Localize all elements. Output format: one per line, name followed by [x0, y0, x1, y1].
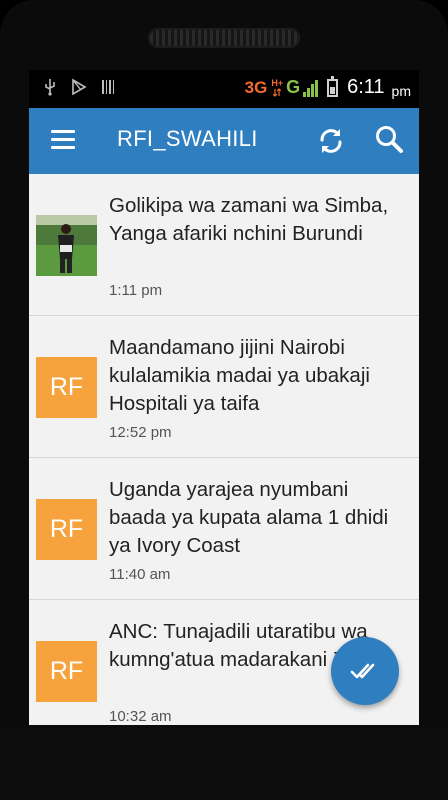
- article-title: Maandamano jijini Nairobi kulalamikia ma…: [109, 336, 370, 415]
- app-title: RFI_SWAHILI: [117, 126, 258, 151]
- status-bar: 3G H+ G 6:11 pm: [29, 70, 419, 108]
- article-time: 11:40 am: [109, 566, 171, 583]
- clock-ampm: pm: [391, 82, 411, 99]
- refresh-icon[interactable]: [315, 125, 347, 157]
- battery-icon: [327, 75, 339, 97]
- usb-icon: [43, 78, 57, 100]
- article-thumbnail: [36, 215, 97, 276]
- menu-icon[interactable]: [51, 130, 75, 152]
- mark-all-read-button[interactable]: [331, 637, 399, 705]
- barcode-icon: [101, 79, 115, 99]
- article-item[interactable]: RF Maandamano jijini Nairobi kulalamikia…: [29, 316, 419, 458]
- article-thumbnail: RF: [36, 641, 97, 702]
- search-icon[interactable]: [373, 124, 405, 156]
- network-g-label: G: [286, 77, 301, 97]
- play-store-icon: [71, 78, 87, 100]
- bottom-bezel: [0, 725, 448, 800]
- speaker-grille: [148, 28, 300, 48]
- article-thumbnail: RF: [36, 499, 97, 560]
- data-activity-icon: [273, 87, 282, 97]
- article-title: Uganda yarajea nyumbani baada ya kupata …: [109, 478, 389, 557]
- article-time: 10:32 am: [109, 708, 172, 725]
- network-3g-label: 3G: [244, 77, 268, 97]
- article-time: 12:52 pm: [109, 424, 172, 441]
- article-title: Golikipa wa zamani wa Simba, Yanga afari…: [109, 194, 389, 245]
- article-item[interactable]: RF Uganda yarajea nyumbani baada ya kupa…: [29, 458, 419, 600]
- app-bar: RFI_SWAHILI: [29, 108, 419, 174]
- double-check-icon: [350, 663, 375, 679]
- network-hplus-label: H+: [271, 77, 284, 88]
- article-item[interactable]: Golikipa wa zamani wa Simba, Yanga afari…: [29, 174, 419, 316]
- article-photo: [36, 215, 97, 276]
- phone-frame: 3G H+ G 6:11 pm RFI_SWAHILI Golikipa wa …: [0, 0, 448, 800]
- article-thumbnail: RF: [36, 357, 97, 418]
- signal-icon: [303, 79, 319, 97]
- screen: 3G H+ G 6:11 pm RFI_SWAHILI Golikipa wa …: [29, 70, 419, 725]
- article-time: 1:11 pm: [109, 282, 163, 299]
- clock-time: 6:11: [347, 76, 385, 98]
